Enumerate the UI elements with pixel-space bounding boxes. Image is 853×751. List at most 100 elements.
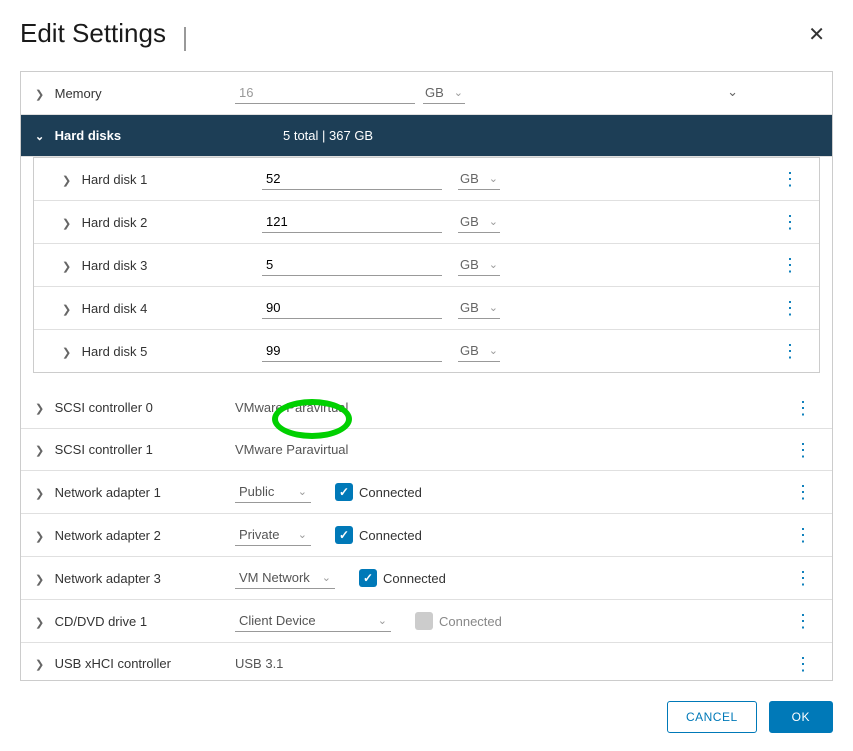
hard-disk-1-label: Hard disk 1 <box>82 172 148 187</box>
network-2-select[interactable]: Private ⌄ <box>235 524 311 546</box>
hard-disk-2-unit-select[interactable]: GB ⌄ <box>458 211 500 233</box>
network-3-row: ❯ Network adapter 3 VM Network ⌄ ✓ Conne… <box>21 557 832 600</box>
hard-disk-1-label-wrap: ❯ Hard disk 1 <box>62 172 262 187</box>
chevron-right-icon[interactable]: ❯ <box>35 88 45 101</box>
chevron-right-icon[interactable]: ❯ <box>62 303 72 316</box>
hard-disks-summary: 5 total | 367 GB <box>235 128 373 143</box>
hard-disk-3-content: GB ⌄ <box>262 254 775 276</box>
hard-disk-3-unit-select[interactable]: GB ⌄ <box>458 254 500 276</box>
cddvd-connected-wrap: Connected <box>415 612 502 630</box>
memory-unit-select[interactable]: GB ⌄ <box>423 82 465 104</box>
chevron-right-icon[interactable]: ❯ <box>35 573 45 586</box>
scsi-0-label-wrap: ❯ SCSI controller 0 <box>35 400 235 415</box>
network-3-connected-label: Connected <box>383 571 446 586</box>
hard-disk-2-actions-button[interactable]: ⋮ <box>781 213 799 231</box>
usb-actions-button[interactable]: ⋮ <box>794 655 812 673</box>
hard-disk-5-unit-select[interactable]: GB ⌄ <box>458 340 500 362</box>
network-2-content: Private ⌄ ✓ Connected <box>235 524 788 546</box>
ok-button[interactable]: OK <box>769 701 833 733</box>
network-3-content: VM Network ⌄ ✓ Connected <box>235 567 788 589</box>
chevron-right-icon[interactable]: ❯ <box>35 402 45 415</box>
cddvd-select[interactable]: Client Device ⌄ <box>235 610 391 632</box>
cddvd-connected-checkbox[interactable] <box>415 612 433 630</box>
hard-disk-5-content: GB ⌄ <box>262 340 775 362</box>
memory-unit-label: GB <box>425 85 444 100</box>
cddvd-actions-button[interactable]: ⋮ <box>794 612 812 630</box>
network-3-connected-checkbox[interactable]: ✓ <box>359 569 377 587</box>
network-1-select[interactable]: Public ⌄ <box>235 481 311 503</box>
chevron-right-icon[interactable]: ❯ <box>35 444 45 457</box>
hard-disk-2-size-input[interactable] <box>262 211 442 233</box>
chevron-right-icon[interactable]: ❯ <box>62 174 72 187</box>
hard-disks-header-row[interactable]: ⌄ Hard disks 5 total | 367 GB <box>21 115 832 157</box>
hard-disk-2-unit: GB <box>460 214 479 229</box>
hard-disk-3-label: Hard disk 3 <box>82 258 148 273</box>
scsi-1-value: VMware Paravirtual <box>235 442 348 457</box>
scsi-1-label-wrap: ❯ SCSI controller 1 <box>35 442 235 457</box>
hard-disk-5-size-input[interactable] <box>262 340 442 362</box>
hard-disk-3-size-input[interactable] <box>262 254 442 276</box>
network-1-row: ❯ Network adapter 1 Public ⌄ ✓ Connected… <box>21 471 832 514</box>
chevron-down-icon: ⌄ <box>298 485 307 498</box>
usb-value: USB 3.1 <box>235 656 283 671</box>
hard-disk-4-actions-button[interactable]: ⋮ <box>781 299 799 317</box>
hard-disk-3-row: ❯ Hard disk 3 GB ⌄ ⋮ <box>34 244 819 287</box>
network-2-option: Private <box>239 527 279 542</box>
chevron-right-icon[interactable]: ❯ <box>62 217 72 230</box>
network-1-connected-checkbox[interactable]: ✓ <box>335 483 353 501</box>
network-2-connected-checkbox[interactable]: ✓ <box>335 526 353 544</box>
hard-disk-1-actions-button[interactable]: ⋮ <box>781 170 799 188</box>
dialog-footer: CANCEL OK <box>0 683 853 751</box>
cddvd-label-wrap: ❯ CD/DVD drive 1 <box>35 614 235 629</box>
scsi-1-actions-button[interactable]: ⋮ <box>794 441 812 459</box>
chevron-down-icon: ⌄ <box>378 614 387 627</box>
hard-disk-4-content: GB ⌄ <box>262 297 775 319</box>
hard-disk-1-size-input[interactable] <box>262 168 442 190</box>
close-button[interactable]: ✕ <box>804 18 829 51</box>
hard-disk-2-content: GB ⌄ <box>262 211 775 233</box>
network-3-actions-button[interactable]: ⋮ <box>794 569 812 587</box>
network-2-label-wrap: ❯ Network adapter 2 <box>35 528 235 543</box>
chevron-right-icon[interactable]: ❯ <box>35 487 45 500</box>
memory-input[interactable] <box>235 82 415 104</box>
chevron-right-icon[interactable]: ❯ <box>62 346 72 359</box>
hard-disk-3-label-wrap: ❯ Hard disk 3 <box>62 258 262 273</box>
usb-label: USB xHCI controller <box>55 656 171 671</box>
scsi-1-row: ❯ SCSI controller 1 VMware Paravirtual ⋮ <box>21 429 832 471</box>
chevron-down-icon: ⌄ <box>489 215 498 228</box>
usb-content: USB 3.1 <box>235 656 788 671</box>
scroll-area[interactable]: ❯ Memory ⌄ GB ⌄ ⌄ Hard disks 5 total | 3… <box>21 72 832 680</box>
network-1-actions-button[interactable]: ⋮ <box>794 483 812 501</box>
chevron-right-icon[interactable]: ❯ <box>35 658 45 671</box>
memory-label: Memory <box>55 86 102 101</box>
network-2-row: ❯ Network adapter 2 Private ⌄ ✓ Connecte… <box>21 514 832 557</box>
chevron-right-icon[interactable]: ❯ <box>62 260 72 273</box>
chevron-down-icon: ⌄ <box>298 528 307 541</box>
network-2-actions-button[interactable]: ⋮ <box>794 526 812 544</box>
hard-disk-5-actions-button[interactable]: ⋮ <box>781 342 799 360</box>
cancel-button[interactable]: CANCEL <box>667 701 757 733</box>
cddvd-connected-label: Connected <box>439 614 502 629</box>
hard-disk-2-row: ❯ Hard disk 2 GB ⌄ ⋮ <box>34 201 819 244</box>
usb-row: ❯ USB xHCI controller USB 3.1 ⋮ <box>21 643 832 680</box>
hard-disk-1-unit-select[interactable]: GB ⌄ <box>458 168 500 190</box>
hard-disk-4-unit: GB <box>460 300 479 315</box>
chevron-down-icon[interactable]: ⌄ <box>727 84 738 100</box>
chevron-right-icon[interactable]: ❯ <box>35 530 45 543</box>
hard-disks-group: ❯ Hard disk 1 GB ⌄ ⋮ ❯ Hard disk 2 <box>33 157 820 373</box>
hard-disk-4-size-input[interactable] <box>262 297 442 319</box>
network-1-option: Public <box>239 484 274 499</box>
network-3-select[interactable]: VM Network ⌄ <box>235 567 335 589</box>
chevron-down-icon: ⌄ <box>489 258 498 271</box>
hard-disk-3-actions-button[interactable]: ⋮ <box>781 256 799 274</box>
scsi-0-row: ❯ SCSI controller 0 VMware Paravirtual ⋮ <box>21 387 832 429</box>
scsi-0-actions-button[interactable]: ⋮ <box>794 399 812 417</box>
chevron-down-icon: ⌄ <box>454 86 463 99</box>
chevron-down-icon: ⌄ <box>489 172 498 185</box>
scsi-0-label: SCSI controller 0 <box>55 400 153 415</box>
hard-disks-label-wrap: ⌄ Hard disks <box>35 128 235 143</box>
memory-row: ❯ Memory ⌄ GB ⌄ <box>21 72 832 115</box>
network-1-label: Network adapter 1 <box>55 485 161 500</box>
chevron-right-icon[interactable]: ❯ <box>35 616 45 629</box>
hard-disk-4-unit-select[interactable]: GB ⌄ <box>458 297 500 319</box>
